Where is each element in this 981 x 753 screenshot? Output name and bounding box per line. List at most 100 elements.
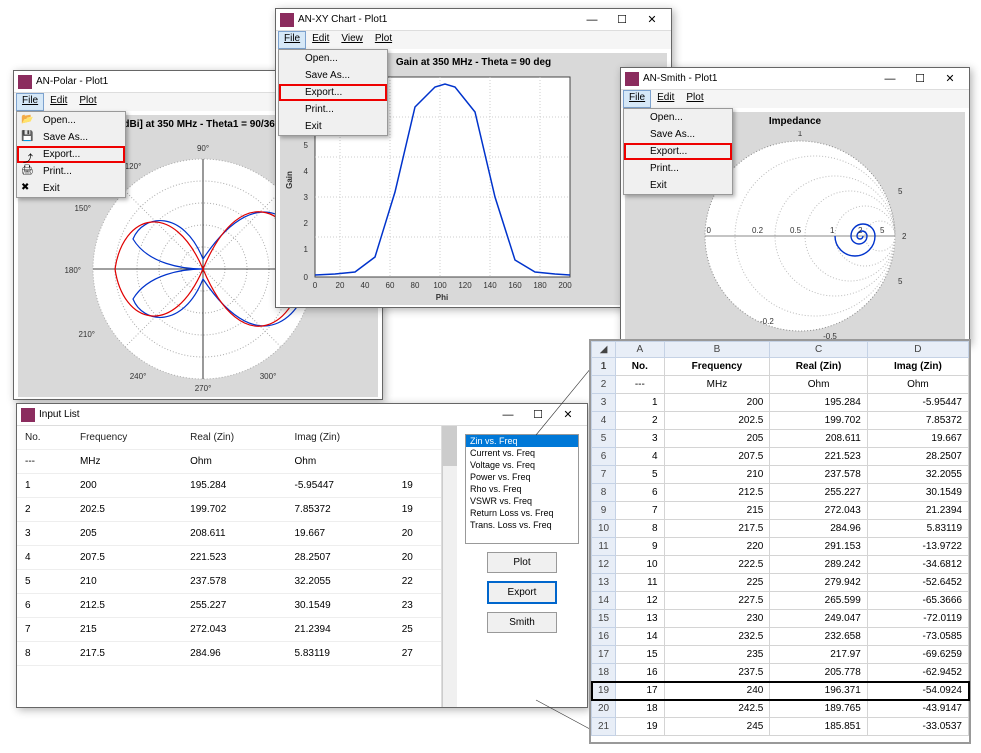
cell[interactable]: 17	[616, 682, 664, 700]
cell[interactable]: 202.5	[664, 412, 770, 430]
cell[interactable]: 289.242	[770, 556, 867, 574]
cell[interactable]: 7	[616, 502, 664, 520]
close-button[interactable]: ✕	[935, 70, 965, 88]
row-number[interactable]: 5	[592, 430, 616, 448]
cell[interactable]: 196.371	[770, 682, 867, 700]
cell[interactable]: 232.5	[664, 628, 770, 646]
row-number[interactable]: 7	[592, 466, 616, 484]
row-number[interactable]: 11	[592, 538, 616, 556]
cell[interactable]: 230	[664, 610, 770, 628]
menu-export[interactable]: Export...	[279, 84, 387, 101]
menu-save-as[interactable]: Save As...	[279, 67, 387, 84]
cell[interactable]: 10	[616, 556, 664, 574]
cell[interactable]: 279.942	[770, 574, 867, 592]
menu-edit[interactable]: Edit	[44, 93, 73, 111]
cell[interactable]: 227.5	[664, 592, 770, 610]
cell[interactable]: 255.227	[770, 484, 867, 502]
menu-print[interactable]: 🖨Print...	[17, 163, 125, 180]
table-cell[interactable]: 3	[17, 522, 72, 546]
cell[interactable]: -65.3666	[867, 592, 968, 610]
table-cell[interactable]: 8	[17, 642, 72, 666]
cell[interactable]: 15	[616, 646, 664, 664]
cell[interactable]: 220	[664, 538, 770, 556]
cell[interactable]: -5.95447	[867, 394, 968, 412]
col-letter[interactable]: D	[867, 342, 968, 358]
table-cell[interactable]: 19	[394, 498, 441, 522]
table-cell[interactable]: 210	[72, 570, 182, 594]
cell[interactable]: -69.6259	[867, 646, 968, 664]
row-number[interactable]: 9	[592, 502, 616, 520]
cell[interactable]: 4	[616, 448, 664, 466]
menu-plot[interactable]: Plot	[369, 31, 398, 49]
row-number[interactable]: 13	[592, 574, 616, 592]
table-cell[interactable]: 195.284	[182, 474, 286, 498]
cell[interactable]: 19.667	[867, 430, 968, 448]
scrollbar[interactable]	[442, 426, 457, 707]
table-cell[interactable]: 1	[17, 474, 72, 498]
corner-cell[interactable]: ◢	[592, 342, 616, 358]
cell[interactable]: 5.83119	[867, 520, 968, 538]
cell[interactable]: 232.658	[770, 628, 867, 646]
table-cell[interactable]: 19.667	[286, 522, 393, 546]
table-cell[interactable]: 19	[394, 474, 441, 498]
cell[interactable]: 222.5	[664, 556, 770, 574]
table-cell[interactable]: 272.043	[182, 618, 286, 642]
row-number[interactable]: 15	[592, 610, 616, 628]
cell[interactable]: -34.6812	[867, 556, 968, 574]
titlebar[interactable]: AN-XY Chart - Plot1 — ☐ ✕	[276, 9, 671, 31]
cell[interactable]: 189.765	[770, 700, 867, 718]
cell[interactable]: 19	[616, 718, 664, 736]
close-button[interactable]: ✕	[553, 406, 583, 424]
cell[interactable]: 14	[616, 628, 664, 646]
cell[interactable]: 205.778	[770, 664, 867, 682]
menu-plot[interactable]: Plot	[73, 93, 102, 111]
export-button[interactable]: Export	[487, 581, 557, 604]
cell[interactable]: 185.851	[770, 718, 867, 736]
col-letter[interactable]: B	[664, 342, 770, 358]
menu-exit[interactable]: Exit	[279, 118, 387, 135]
table-cell[interactable]: 25	[394, 618, 441, 642]
cell[interactable]: -52.6452	[867, 574, 968, 592]
menu-open[interactable]: Open...	[279, 50, 387, 67]
cell[interactable]: 272.043	[770, 502, 867, 520]
table-cell[interactable]: 5	[17, 570, 72, 594]
smith-button[interactable]: Smith	[487, 612, 557, 633]
cell[interactable]: 2	[616, 412, 664, 430]
table-cell[interactable]: 20	[394, 546, 441, 570]
menu-open[interactable]: 📂Open...	[17, 112, 125, 129]
cell[interactable]: 242.5	[664, 700, 770, 718]
minimize-button[interactable]: —	[493, 406, 523, 424]
cell[interactable]: 265.599	[770, 592, 867, 610]
cell[interactable]: 291.153	[770, 538, 867, 556]
row-number[interactable]: 21	[592, 718, 616, 736]
cell[interactable]: 237.578	[770, 466, 867, 484]
cell[interactable]: -43.9147	[867, 700, 968, 718]
cell[interactable]: 208.611	[770, 430, 867, 448]
row-number[interactable]: 4	[592, 412, 616, 430]
cell[interactable]: 235	[664, 646, 770, 664]
cell[interactable]: 30.1549	[867, 484, 968, 502]
close-button[interactable]: ✕	[637, 11, 667, 29]
menu-exit[interactable]: ✖Exit	[17, 180, 125, 197]
table-cell[interactable]: 22	[394, 570, 441, 594]
row-number[interactable]: 19	[592, 682, 616, 700]
row-number[interactable]: 8	[592, 484, 616, 502]
cell[interactable]: -73.0585	[867, 628, 968, 646]
table-cell[interactable]: 27	[394, 642, 441, 666]
list-item[interactable]: Rho vs. Freq	[466, 483, 578, 495]
cell[interactable]: -33.0537	[867, 718, 968, 736]
row-number[interactable]: 18	[592, 664, 616, 682]
list-item[interactable]: Voltage vs. Freq	[466, 459, 578, 471]
cell[interactable]: 215	[664, 502, 770, 520]
cell[interactable]: 28.2507	[867, 448, 968, 466]
cell[interactable]: 284.96	[770, 520, 867, 538]
titlebar[interactable]: Input List — ☐ ✕	[17, 404, 587, 426]
list-item[interactable]: Trans. Loss vs. Freq	[466, 519, 578, 531]
row-number[interactable]: 3	[592, 394, 616, 412]
cell[interactable]: 205	[664, 430, 770, 448]
menu-file[interactable]: File	[16, 93, 44, 111]
table-cell[interactable]: 215	[72, 618, 182, 642]
col-letter[interactable]: C	[770, 342, 867, 358]
table-cell[interactable]: 28.2507	[286, 546, 393, 570]
cell[interactable]: 221.523	[770, 448, 867, 466]
